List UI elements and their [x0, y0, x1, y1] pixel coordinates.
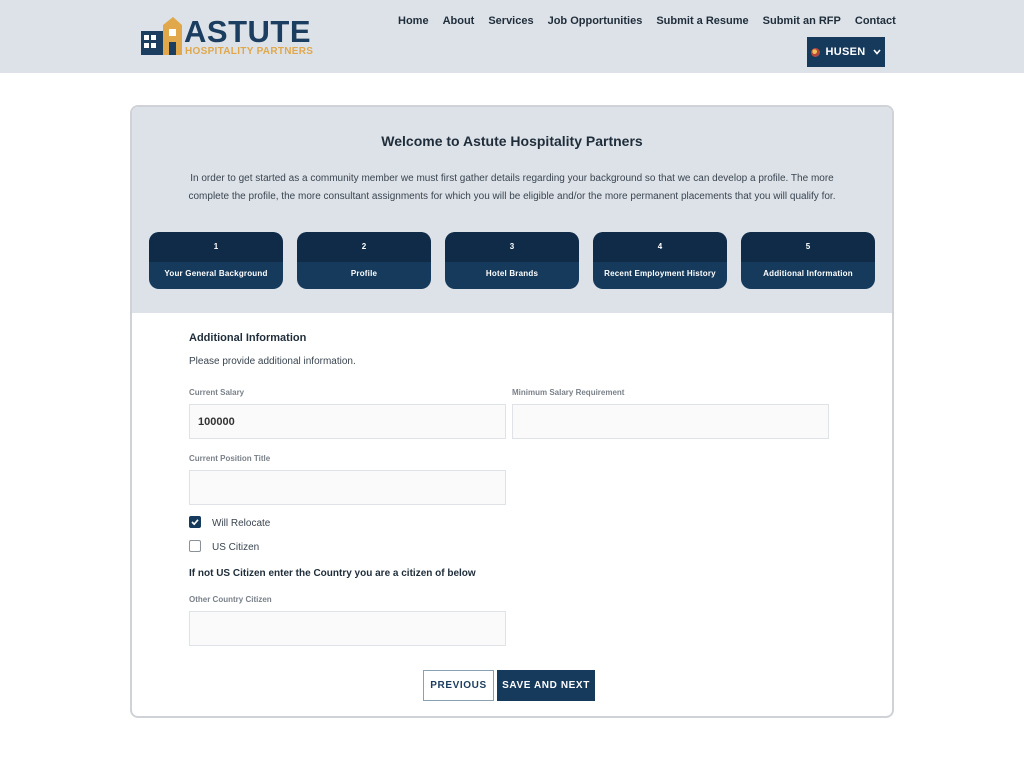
page-title: Welcome to Astute Hospitality Partners: [381, 133, 643, 149]
nav-submit-rfp[interactable]: Submit an RFP: [763, 14, 841, 28]
step-label: Your General Background: [164, 269, 268, 278]
min-salary-input[interactable]: [512, 404, 829, 439]
step-label: Profile: [350, 269, 378, 278]
step-number: 4: [657, 242, 663, 251]
user-name: HUSEN: [825, 46, 866, 58]
min-salary-label: Minimum Salary Requirement: [512, 388, 625, 397]
nav-home[interactable]: Home: [398, 14, 429, 28]
step-number: 5: [805, 242, 811, 251]
step-number: 2: [361, 242, 367, 251]
step-label: Additional Information: [763, 269, 853, 278]
nav-job-opportunities[interactable]: Job Opportunities: [548, 14, 643, 28]
step-number: 1: [213, 242, 219, 251]
avatar-icon: [811, 47, 821, 57]
save-and-next-button[interactable]: SAVE AND NEXT: [497, 670, 595, 701]
nav-services[interactable]: Services: [488, 14, 533, 28]
chevron-down-icon: [872, 49, 881, 55]
step-employment-history[interactable]: 4 Recent Employment History: [593, 232, 727, 289]
step-label: Recent Employment History: [604, 269, 716, 278]
current-salary-label: Current Salary: [189, 388, 245, 397]
position-title-label: Current Position Title: [189, 454, 271, 463]
main-nav: Home About Services Job Opportunities Su…: [398, 14, 896, 28]
will-relocate-label: Will Relocate: [212, 518, 271, 529]
hotel-building-icon: [141, 17, 182, 55]
will-relocate-checkbox[interactable]: [189, 516, 201, 528]
us-citizen-label: US Citizen: [212, 542, 260, 553]
us-citizen-checkbox[interactable]: [189, 540, 201, 552]
position-title-input[interactable]: [189, 470, 506, 505]
step-hotel-brands[interactable]: 3 Hotel Brands: [445, 232, 579, 289]
other-country-label: Other Country Citizen: [189, 595, 272, 604]
section-title: Additional Information: [189, 332, 307, 344]
step-general-background[interactable]: 1 Your General Background: [149, 232, 283, 289]
other-country-input[interactable]: [189, 611, 506, 646]
site-logo[interactable]: ASTUTE HOSPITALITY PARTNERS: [140, 14, 314, 58]
citizenship-note: If not US Citizen enter the Country you …: [189, 568, 476, 579]
current-salary-input[interactable]: [189, 404, 506, 439]
user-menu-button[interactable]: HUSEN: [807, 37, 885, 67]
previous-button[interactable]: PREVIOUS: [423, 670, 494, 701]
section-description: Please provide additional information.: [189, 356, 356, 367]
step-number: 3: [509, 242, 515, 251]
step-label: Hotel Brands: [485, 269, 539, 278]
card-header: Welcome to Astute Hospitality Partners I…: [132, 107, 892, 313]
step-additional-information[interactable]: 5 Additional Information: [741, 232, 875, 289]
step-tabs: 1 Your General Background 2 Profile 3 Ho…: [149, 232, 875, 289]
nav-submit-resume[interactable]: Submit a Resume: [656, 14, 748, 28]
step-profile[interactable]: 2 Profile: [297, 232, 431, 289]
logo-wordmark: ASTUTE: [184, 14, 311, 49]
intro-text: In order to get started as a community m…: [188, 173, 836, 202]
checkmark-icon: [191, 519, 199, 526]
registration-card: Welcome to Astute Hospitality Partners I…: [130, 105, 894, 718]
nav-about[interactable]: About: [443, 14, 475, 28]
nav-contact[interactable]: Contact: [855, 14, 896, 28]
site-header: ASTUTE HOSPITALITY PARTNERS Home About S…: [0, 0, 1024, 73]
logo-tagline: HOSPITALITY PARTNERS: [185, 46, 314, 57]
